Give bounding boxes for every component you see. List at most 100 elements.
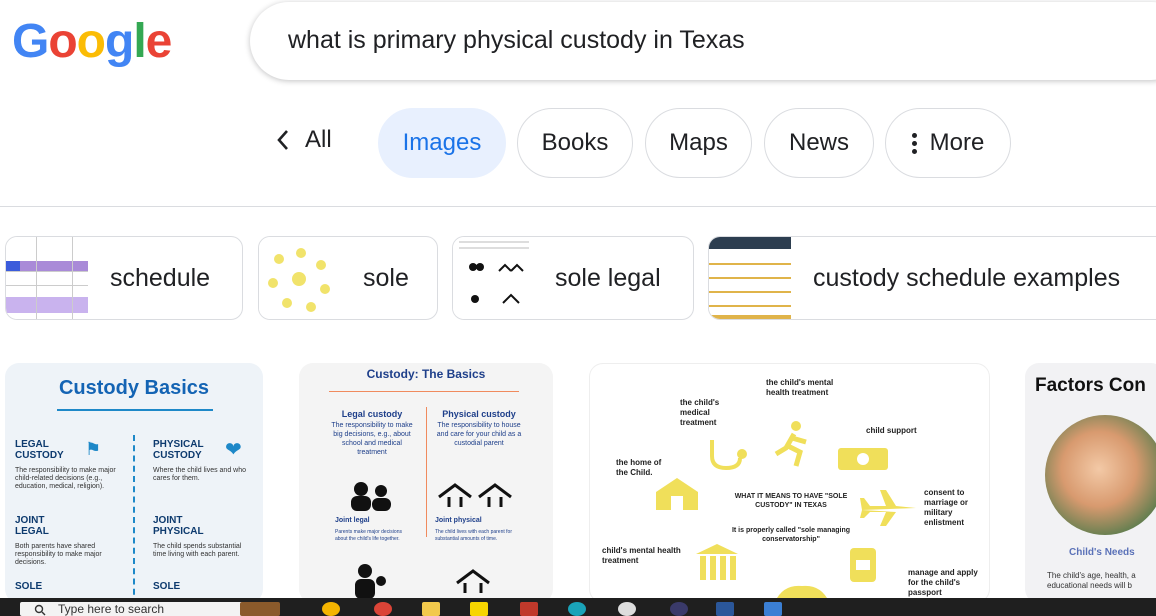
logo-letter: o [48,15,77,68]
runner-icon [774,421,807,467]
joint-physical-text: The child lives with each parent for sub… [435,529,512,542]
tab-news[interactable]: News [764,108,874,178]
sole-physical-heading: SOLE [153,581,181,592]
legal-text: The responsibility to make big decisions… [331,422,413,456]
label-home: the home of the Child. [616,458,662,477]
taskbar-search-placeholder: Type here to search [58,602,165,616]
legal-heading: LEGAL CUSTODY [15,439,64,461]
chip-label: sole legal [555,263,661,292]
airplane-icon [860,490,916,526]
image-result-factors[interactable]: Factors Con Child's Needs The child's ag… [1025,363,1156,603]
passport-icon [850,548,876,582]
divider [0,206,1156,207]
gear-icon[interactable] [618,602,636,616]
more-vertical-icon [911,130,918,157]
tab-more-label: More [929,129,985,156]
column-divider [426,407,427,537]
family-icon: ⚑ [85,439,102,459]
joint-legal-heading: JOINT LEGAL [15,515,49,537]
chip-custody-schedule-examples[interactable]: custody schedule examples [708,236,1156,320]
result-title: Custody: The Basics [366,367,486,381]
result-title: Custody Basics [58,377,210,399]
chip-sole[interactable]: sole [258,236,438,320]
diagram-thumbnail-icon [259,237,341,319]
search-icon [34,604,46,616]
physical-text: The responsibility to house and care for… [436,422,522,447]
google-logo[interactable]: Google [12,14,172,69]
hands-icon: ❤ [225,439,242,461]
chip-label: custody schedule examples [813,263,1121,292]
physical-heading: Physical custody [442,409,516,419]
money-icon [838,448,888,470]
house-icon [656,478,698,510]
table-thumbnail-icon [709,237,791,319]
taskbar-app-icon[interactable] [670,602,688,616]
label-mental-health-left: child's mental health treatment [602,546,681,565]
calendar-thumbnail-icon [6,237,88,319]
parent-child-icon [355,564,386,599]
houses-icon [438,483,512,507]
result-title: Factors Con [1035,375,1146,396]
chevron-left-icon [277,130,288,150]
taskbar-app-icon[interactable] [470,602,488,616]
chip-label: sole [363,263,409,292]
child-photo [1045,415,1156,535]
center-subtitle: It is properly called "sole managing con… [731,527,851,543]
joint-legal-heading: Joint legal [335,517,370,524]
taskbar: Type here to search [0,598,1156,616]
physical-heading: PHYSICAL CUSTODY [153,439,204,461]
chrome-icon[interactable] [374,602,392,616]
legal-heading: Legal custody [341,409,403,419]
taskbar-search[interactable]: Type here to search [20,602,270,616]
tab-more[interactable]: More [885,108,1011,178]
label-passport: manage and apply for the child's passpor… [908,568,978,597]
chip-label: schedule [110,263,211,292]
joint-legal-text: Parents make major decisions about the c… [335,529,402,542]
logo-letter: g [105,15,134,68]
child-needs-text: The child's age, health, a educational n… [1047,571,1136,590]
image-result-sole-custody-texas[interactable]: the child's mental health treatment the … [589,363,990,603]
center-divider [133,435,135,603]
joint-physical-text: The child spends substantial time living… [153,543,242,558]
tab-books[interactable]: Books [517,108,633,178]
title-underline [329,391,519,392]
folder-icon[interactable] [422,602,440,616]
tab-maps-label: Maps [669,129,728,156]
infographic-thumbnail-icon [453,237,535,319]
physical-text: Where the child lives and who cares for … [153,467,246,482]
joint-physical-heading: JOINT PHYSICAL [153,515,204,537]
center-title: WHAT IT MEANS TO HAVE "SOLE CUSTODY" IN … [734,493,848,509]
tab-all[interactable]: All [275,126,332,154]
chip-sole-legal[interactable]: sole legal [452,236,694,320]
label-consent: consent to marriage or military enlistme… [924,488,969,527]
house-icon [456,569,490,593]
parents-icon [351,482,391,511]
tab-books-label: Books [541,129,609,156]
legal-text: The responsibility to make major child-r… [15,467,116,490]
image-result-custody-the-basics[interactable]: Custody: The Basics Legal custody The re… [299,363,553,603]
taskbar-app-icon[interactable] [322,602,340,616]
courthouse-icon [696,544,738,580]
tab-maps[interactable]: Maps [645,108,752,178]
logo-letter: o [76,15,106,68]
taskbar-app-icon[interactable] [764,602,782,616]
chip-schedule[interactable]: schedule [5,236,243,320]
stethoscope-icon [710,440,747,471]
logo-letter: l [133,15,146,68]
search-input[interactable]: what is primary physical custody in Texa… [288,26,745,55]
tab-images[interactable]: Images [378,108,506,178]
search-tabs: All Images Books Maps News More [0,108,1156,180]
logo-letter: G [12,15,49,68]
tab-news-label: News [788,129,849,156]
image-result-custody-basics[interactable]: Custody Basics LEGAL CUSTODY ⚑ The respo… [5,363,263,603]
title-underline [57,409,213,411]
taskbar-app-icon[interactable] [240,602,280,616]
joint-legal-text: Both parents have shared responsibility … [15,543,102,566]
label-medical-treatment: the child's medical treatment [680,398,720,427]
search-box[interactable]: what is primary physical custody in Texa… [250,2,1156,80]
word-icon[interactable] [716,602,734,616]
tab-images-label: Images [402,129,482,156]
edge-icon[interactable] [568,602,586,616]
sole-legal-heading: SOLE [15,581,43,592]
taskbar-app-icon[interactable] [520,602,538,616]
